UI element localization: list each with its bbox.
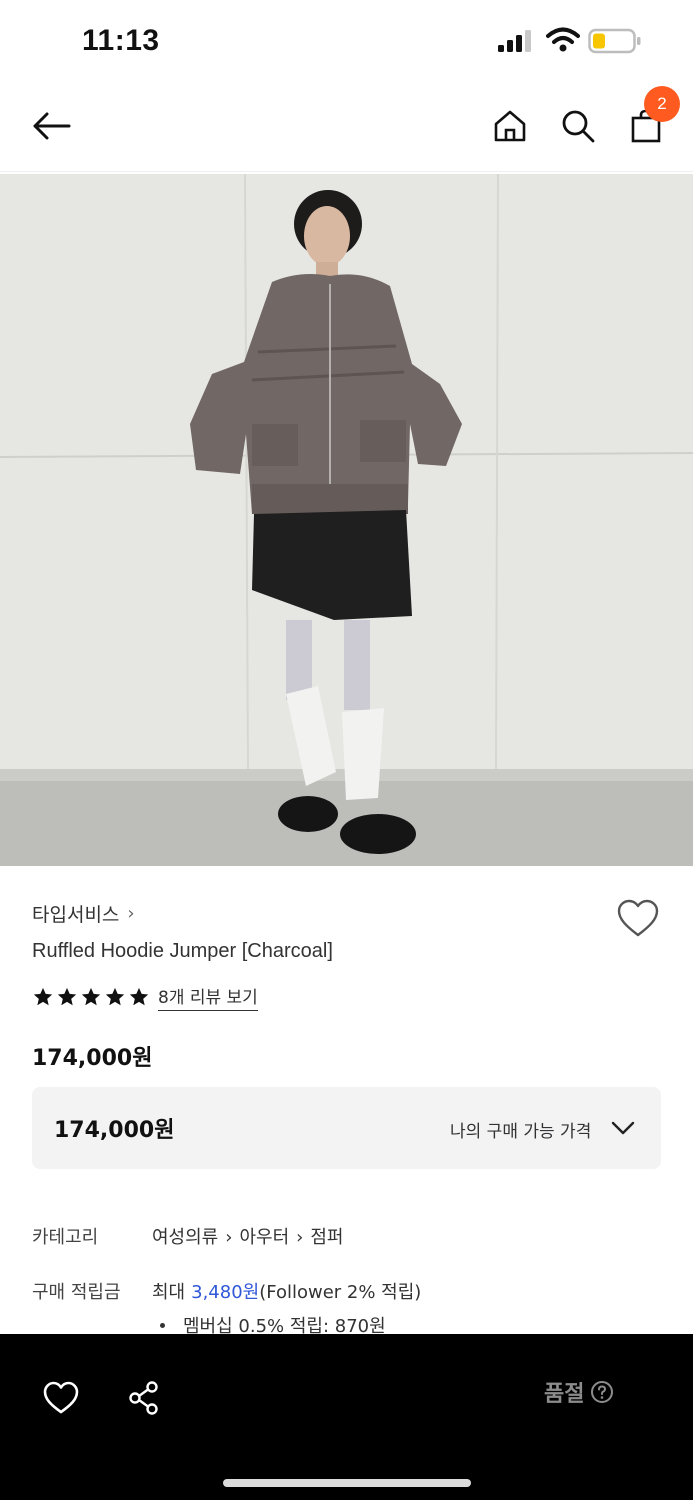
brand-name: 타입서비스 bbox=[32, 904, 120, 926]
star-icon bbox=[105, 987, 125, 1006]
back-button[interactable] bbox=[25, 100, 77, 152]
category-row: 카테고리 여성의류 › 아우터 › 점퍼 bbox=[32, 1223, 343, 1249]
chevron-right-icon: › bbox=[296, 1227, 304, 1248]
points-suffix: (Follower 2% 적립) bbox=[259, 1282, 422, 1303]
chevron-right-icon: › bbox=[127, 903, 135, 924]
my-price-value: 174,000원 bbox=[54, 1118, 175, 1143]
home-icon bbox=[494, 110, 526, 142]
search-icon bbox=[562, 110, 595, 143]
search-button[interactable] bbox=[552, 100, 604, 152]
nav-header bbox=[0, 82, 693, 172]
bullet-icon bbox=[160, 1323, 165, 1328]
star-icon bbox=[81, 987, 101, 1006]
share-icon bbox=[129, 1381, 158, 1415]
cellular-signal-icon bbox=[498, 30, 531, 52]
brand-link[interactable]: 타입서비스 › bbox=[32, 900, 135, 927]
home-button[interactable] bbox=[484, 100, 536, 152]
product-price: 174,000원 bbox=[32, 1046, 153, 1071]
rating-row: 8개 리뷰 보기 bbox=[32, 983, 258, 1011]
star-icon bbox=[57, 987, 77, 1006]
my-price-label: 나의 구매 가능 가격 bbox=[450, 1122, 592, 1142]
product-image[interactable] bbox=[0, 174, 693, 866]
star-rating bbox=[32, 986, 150, 1008]
question-circle-icon[interactable] bbox=[590, 1380, 614, 1404]
star-icon bbox=[33, 987, 53, 1006]
product-photo bbox=[0, 174, 693, 866]
category-label: 카테고리 bbox=[32, 1227, 99, 1248]
points-amount: 3,480원 bbox=[191, 1282, 260, 1303]
chevron-right-icon: › bbox=[225, 1227, 233, 1248]
points-label: 구매 적립금 bbox=[32, 1282, 121, 1303]
chevron-down-icon bbox=[611, 1121, 635, 1135]
battery-icon bbox=[588, 28, 641, 54]
star-icon bbox=[129, 987, 149, 1006]
product-title: Ruffled Hoodie Jumper [Charcoal] bbox=[32, 940, 333, 962]
cart-count-badge: 2 bbox=[644, 86, 680, 122]
category-crumb[interactable]: 여성의류 bbox=[152, 1223, 218, 1249]
arrow-left-icon bbox=[33, 112, 71, 140]
bottom-action-bar: 품절 bbox=[0, 1334, 693, 1500]
like-button[interactable] bbox=[33, 1370, 89, 1426]
share-button[interactable] bbox=[116, 1370, 172, 1426]
heart-icon bbox=[43, 1381, 79, 1414]
soldout-label: 품절 bbox=[544, 1382, 585, 1407]
wifi-icon bbox=[546, 27, 580, 52]
status-time: 11:13 bbox=[82, 24, 160, 57]
soldout-status: 품절 bbox=[544, 1376, 614, 1408]
category-crumb[interactable]: 아우터 bbox=[239, 1223, 289, 1249]
product-detail-page: 11:13 2 타입서비스 › Ruffled Hoodie Jumper [C… bbox=[0, 0, 693, 1500]
points-prefix: 최대 bbox=[152, 1282, 186, 1303]
points-row: 구매 적립금 최대 3,480원 (Follower 2% 적립) bbox=[32, 1278, 421, 1304]
status-bar: 11:13 bbox=[0, 0, 693, 82]
home-indicator bbox=[223, 1479, 471, 1487]
wishlist-heart-icon[interactable] bbox=[616, 897, 660, 941]
my-price-box[interactable]: 174,000원 나의 구매 가능 가격 bbox=[32, 1087, 661, 1169]
category-crumb[interactable]: 점퍼 bbox=[310, 1223, 343, 1249]
review-link[interactable]: 8개 리뷰 보기 bbox=[158, 983, 258, 1011]
